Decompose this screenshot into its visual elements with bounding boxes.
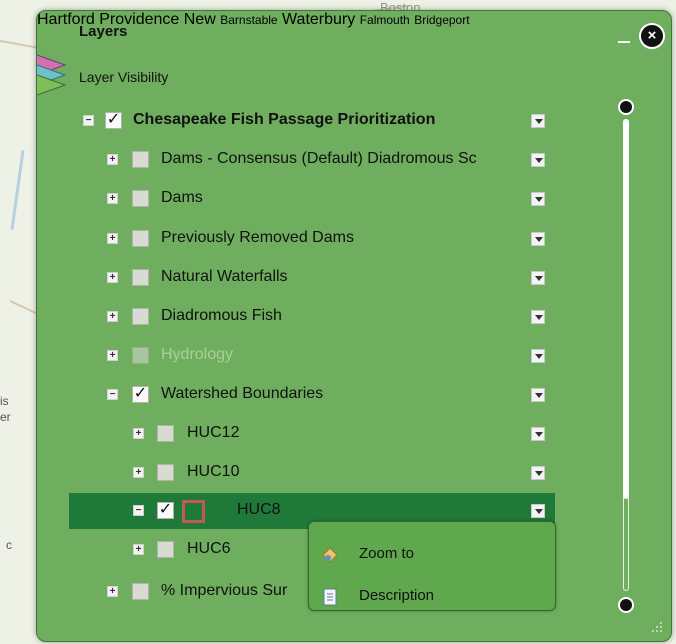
expand-toggle[interactable]: + [107, 311, 118, 322]
layer-row[interactable]: − ✓ Watershed Boundaries [37, 377, 557, 413]
layer-checkbox[interactable] [132, 190, 149, 207]
layer-row[interactable]: + HUC12 [37, 416, 557, 452]
layer-menu-dropdown[interactable] [531, 271, 545, 285]
layers-stack-icon [37, 54, 67, 96]
zoom-to-label: Zoom to [359, 545, 415, 562]
layer-row[interactable]: − ✓ Chesapeake Fish Passage Prioritizati… [37, 103, 557, 139]
layer-menu-dropdown[interactable] [531, 388, 545, 402]
layer-row[interactable]: + Previously Removed Dams [37, 221, 557, 257]
expand-toggle[interactable]: + [107, 154, 118, 165]
expand-toggle[interactable]: + [107, 272, 118, 283]
layer-menu-dropdown[interactable] [531, 232, 545, 246]
layer-row[interactable]: + Dams [37, 181, 557, 217]
layer-label: Natural Waterfalls [161, 268, 288, 285]
resize-grip-icon[interactable] [649, 619, 663, 633]
zoom-to-icon [322, 547, 338, 563]
layer-checkbox[interactable]: ✓ [132, 386, 149, 403]
expand-toggle[interactable]: + [107, 586, 118, 597]
layer-label: Dams [161, 189, 203, 206]
layer-checkbox[interactable] [132, 151, 149, 168]
minimize-button[interactable] [615, 31, 633, 45]
layer-row[interactable]: + Diadromous Fish [37, 299, 557, 335]
layer-menu-dropdown[interactable] [531, 192, 545, 206]
layer-row[interactable]: + Natural Waterfalls [37, 260, 557, 296]
close-button[interactable]: × [639, 23, 665, 49]
map-label-barnstable: Barnstable [220, 13, 278, 27]
map-edge-label: c [6, 538, 12, 552]
map-label-waterbury: Waterbury [282, 11, 356, 28]
layer-checkbox[interactable] [132, 230, 149, 247]
layer-row[interactable]: + HUC10 [37, 455, 557, 491]
scroll-down-button[interactable] [618, 597, 634, 613]
expand-toggle[interactable]: + [107, 350, 118, 361]
layer-visibility-heading: Layer Visibility [79, 69, 169, 85]
layers-panel: Hartford Providence New Barnstable Water… [36, 10, 672, 642]
collapse-toggle[interactable]: − [83, 115, 94, 126]
layer-checkbox-disabled[interactable] [132, 347, 149, 364]
layer-checkbox[interactable]: ✓ [105, 112, 122, 129]
map-label-bridgeport: Bridgeport [414, 13, 470, 27]
layer-label: HUC10 [187, 463, 240, 480]
scrollbar-thumb[interactable] [623, 119, 629, 499]
description-menu-item[interactable]: Description [321, 582, 541, 612]
expand-toggle[interactable]: + [133, 428, 144, 439]
map-label-new-bedford: New [183, 11, 216, 28]
expand-toggle[interactable]: + [107, 193, 118, 204]
collapse-toggle[interactable]: − [107, 389, 118, 400]
map-edge-label: is [0, 394, 9, 408]
layer-label: Hydrology [161, 346, 234, 363]
close-icon: × [647, 27, 657, 44]
layer-label: HUC6 [187, 540, 231, 557]
legend-swatch [182, 500, 205, 523]
layer-menu-dropdown[interactable] [531, 114, 545, 128]
expand-toggle[interactable]: + [107, 233, 118, 244]
layer-checkbox[interactable]: ✓ [157, 502, 174, 519]
layer-checkbox[interactable] [132, 269, 149, 286]
map-edge-label: er [0, 410, 11, 424]
layer-menu-dropdown[interactable] [531, 349, 545, 363]
layer-checkbox[interactable] [157, 425, 174, 442]
layer-checkbox[interactable] [157, 464, 174, 481]
panel-title: Layers [79, 23, 128, 40]
layer-label: Diadromous Fish [161, 307, 282, 324]
scroll-up-button[interactable] [618, 99, 634, 115]
layer-menu-dropdown[interactable] [531, 504, 545, 518]
layer-menu-dropdown[interactable] [531, 427, 545, 441]
layer-checkbox[interactable] [132, 583, 149, 600]
layer-label: Dams - Consensus (Default) Diadromous Sc [161, 150, 477, 167]
layer-context-menu: Zoom to Description [308, 521, 556, 611]
layer-label: HUC12 [187, 424, 240, 441]
zoom-to-menu-item[interactable]: Zoom to [321, 540, 541, 570]
layer-checkbox[interactable] [132, 308, 149, 325]
description-document-icon [323, 588, 337, 606]
layer-row[interactable]: + Dams - Consensus (Default) Diadromous … [37, 142, 557, 178]
layer-label: HUC8 [237, 501, 281, 518]
layer-checkbox[interactable] [157, 541, 174, 558]
expand-toggle[interactable]: + [133, 544, 144, 555]
description-label: Description [359, 587, 435, 604]
layer-label: Previously Removed Dams [161, 229, 354, 246]
collapse-toggle[interactable]: − [133, 505, 144, 516]
layer-menu-dropdown[interactable] [531, 310, 545, 324]
layer-row[interactable]: + Hydrology [37, 338, 557, 374]
expand-toggle[interactable]: + [133, 467, 144, 478]
layer-menu-dropdown[interactable] [531, 153, 545, 167]
layer-label: Watershed Boundaries [161, 385, 324, 402]
layer-menu-dropdown[interactable] [531, 466, 545, 480]
map-label-falmouth: Falmouth [359, 13, 410, 27]
layer-label: Chesapeake Fish Passage Prioritization [133, 111, 436, 128]
layer-label: % Impervious Sur [161, 582, 288, 599]
